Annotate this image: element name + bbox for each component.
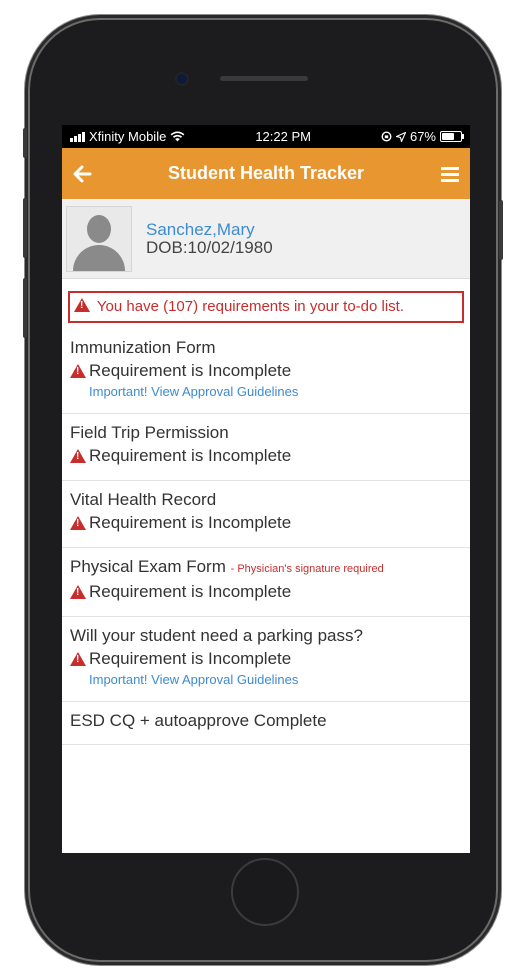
signal-icon	[70, 131, 85, 142]
home-button[interactable]	[231, 858, 299, 926]
requirement-title-text: ESD CQ + autoapprove Complete	[70, 711, 327, 730]
requirement-status-text: Requirement is Incomplete	[89, 513, 292, 532]
todo-alert-text: You have (107) requirements in your to-d…	[96, 298, 405, 315]
requirement-title: Vital Health Record	[70, 489, 462, 511]
requirement-item[interactable]: ESD CQ + autoapprove Complete	[62, 702, 470, 745]
page-title: Student Health Tracker	[167, 163, 365, 183]
power-button	[499, 200, 503, 260]
requirement-status-text: Requirement is Incomplete	[89, 649, 292, 668]
requirement-status: Requirement is Incomplete	[70, 359, 462, 383]
wifi-icon	[170, 131, 185, 142]
requirement-title: Field Trip Permission	[70, 422, 462, 444]
warning-icon	[70, 449, 86, 463]
requirement-note: - Physician's signature required	[230, 563, 384, 575]
requirement-item[interactable]: Immunization Form Requirement is Incomple…	[62, 329, 470, 414]
battery-icon	[440, 131, 464, 142]
requirement-title-text: Vital Health Record	[70, 490, 217, 509]
requirement-status: Requirement is Incomplete	[70, 647, 462, 671]
location-icon	[395, 131, 406, 142]
requirement-status: Requirement is Incomplete	[70, 580, 462, 604]
requirement-title: Physical Exam Form - Physician's signatu…	[70, 556, 462, 580]
student-name-link[interactable]: Sanchez,Mary	[146, 220, 273, 239]
requirement-status-text: Requirement is Incomplete	[89, 361, 292, 380]
requirement-item[interactable]: Will your student need a parking pass? Re…	[62, 617, 470, 702]
volume-down-button	[23, 278, 27, 338]
status-bar: Xfinity Mobile 12:22 PM 67%	[62, 125, 470, 148]
approval-guidelines-link[interactable]: Important! View Approval Guidelines	[89, 383, 462, 401]
requirement-title-text: Field Trip Permission	[70, 423, 229, 442]
earpiece-speaker	[220, 76, 308, 81]
requirement-title: Will your student need a parking pass?	[70, 625, 462, 647]
student-dob: DOB:10/02/1980	[146, 237, 273, 257]
requirement-item[interactable]: Field Trip Permission Requirement is Inco…	[62, 414, 470, 481]
requirement-item[interactable]: Physical Exam Form - Physician's signatu…	[62, 548, 470, 617]
orientation-lock-icon	[381, 131, 392, 142]
todo-alert: You have (107) requirements in your to-d…	[68, 291, 464, 323]
requirement-title-text: Physical Exam Form	[70, 557, 226, 576]
warning-icon	[70, 516, 86, 530]
app-bar: Student Health Tracker	[62, 148, 470, 199]
requirement-title-text: Immunization Form	[70, 338, 216, 357]
hamburger-menu-icon[interactable]	[438, 165, 462, 183]
requirement-status: Requirement is Incomplete	[70, 511, 462, 535]
screen: Xfinity Mobile 12:22 PM 67% Student Heal…	[62, 125, 470, 853]
arrow-left-icon[interactable]	[70, 165, 94, 183]
warning-icon	[70, 585, 86, 599]
requirement-title: Immunization Form	[70, 337, 462, 359]
requirement-status-text: Requirement is Incomplete	[89, 582, 292, 601]
volume-up-button	[23, 198, 27, 258]
requirement-title: ESD CQ + autoapprove Complete	[70, 710, 462, 732]
requirements-list: Immunization Form Requirement is Incomple…	[62, 329, 470, 745]
battery-percent: 67%	[409, 129, 436, 144]
requirement-status-text: Requirement is Incomplete	[89, 446, 292, 465]
mute-switch	[23, 128, 27, 158]
warning-icon	[70, 364, 86, 378]
front-camera	[177, 74, 187, 84]
requirement-item[interactable]: Vital Health Record Requirement is Incomp…	[62, 481, 470, 548]
requirement-status: Requirement is Incomplete	[70, 444, 462, 468]
warning-icon	[74, 298, 90, 312]
approval-guidelines-link[interactable]: Important! View Approval Guidelines	[89, 671, 462, 689]
clock: 12:22 PM	[255, 129, 311, 144]
requirement-title-text: Will your student need a parking pass?	[70, 626, 363, 645]
carrier-label: Xfinity Mobile	[89, 129, 167, 144]
warning-icon	[70, 652, 86, 666]
avatar	[66, 205, 132, 272]
student-profile: Sanchez,Mary DOB:10/02/1980	[62, 199, 470, 279]
